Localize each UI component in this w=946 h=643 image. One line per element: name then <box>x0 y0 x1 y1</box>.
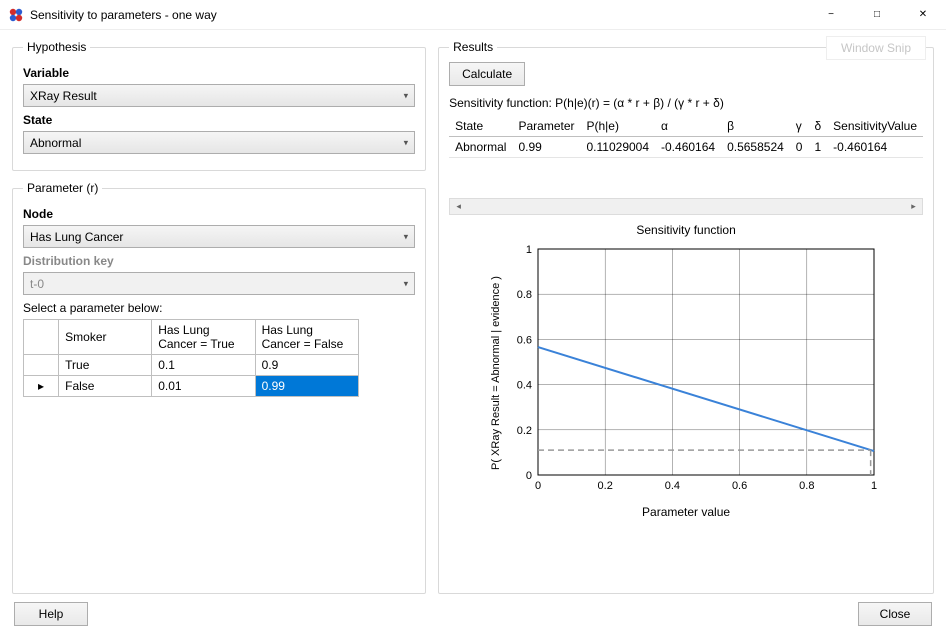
distkey-combo: t-0 ▾ <box>23 272 415 295</box>
col-delta: δ <box>808 116 827 137</box>
scroll-left-icon[interactable]: ◂ <box>450 199 467 214</box>
results-header-row: State Parameter P(h|e) α β γ δ Sensitivi… <box>449 116 923 137</box>
chart-title: Sensitivity function <box>636 223 735 237</box>
state-value: Abnormal <box>30 136 81 150</box>
cell[interactable]: 0.01 <box>152 376 255 397</box>
titlebar: Sensitivity to parameters - one way − □ … <box>0 0 946 30</box>
row-marker <box>24 355 59 376</box>
col-state: State <box>449 116 512 137</box>
parameter-group: Parameter (r) Node Has Lung Cancer ▾ Dis… <box>12 181 426 594</box>
chevron-down-icon: ▾ <box>404 278 409 289</box>
col-hlc-false: Has Lung Cancer = False <box>255 320 358 355</box>
svg-text:0.4: 0.4 <box>665 480 680 492</box>
chart-xlabel: Parameter value <box>642 505 730 519</box>
node-value: Has Lung Cancer <box>30 230 123 244</box>
table-row[interactable]: ▸ False 0.01 0.99 <box>24 376 359 397</box>
state-label: State <box>23 113 415 127</box>
calculate-button[interactable]: Calculate <box>449 62 525 86</box>
col-hlc-true: Has Lung Cancer = True <box>152 320 255 355</box>
hypothesis-group: Hypothesis Variable XRay Result ▾ State … <box>12 40 426 171</box>
svg-text:0.8: 0.8 <box>517 289 532 301</box>
cell: 0.99 <box>512 137 580 158</box>
table-row[interactable]: True 0.1 0.9 <box>24 355 359 376</box>
results-group: Results Calculate Sensitivity function: … <box>438 40 934 594</box>
maximize-button[interactable]: □ <box>854 0 900 30</box>
svg-text:1: 1 <box>526 244 532 256</box>
cell: 1 <box>808 137 827 158</box>
scroll-right-icon[interactable]: ▸ <box>905 199 922 214</box>
cell[interactable]: 0.1 <box>152 355 255 376</box>
svg-text:0: 0 <box>535 480 541 492</box>
parameter-table: Smoker Has Lung Cancer = True Has Lung C… <box>23 319 359 397</box>
col-smoker: Smoker <box>59 320 152 355</box>
svg-text:0.6: 0.6 <box>732 480 747 492</box>
app-icon <box>8 7 24 23</box>
chart-area: Sensitivity function P( XRay Result = Ab… <box>449 215 923 583</box>
chart-ylabel: P( XRay Result = Abnormal | evidence ) <box>488 243 504 503</box>
col-alpha: α <box>655 116 721 137</box>
row-marker: ▸ <box>24 376 59 397</box>
col-phe: P(h|e) <box>581 116 656 137</box>
col-sensval: SensitivityValue <box>827 116 923 137</box>
hypothesis-legend: Hypothesis <box>23 40 90 54</box>
svg-text:0.6: 0.6 <box>517 334 532 346</box>
cell: 0 <box>790 137 809 158</box>
close-button[interactable]: Close <box>858 602 932 626</box>
col-beta: β <box>721 116 790 137</box>
svg-text:0: 0 <box>526 470 532 482</box>
variable-value: XRay Result <box>30 89 97 103</box>
state-combo[interactable]: Abnormal ▾ <box>23 131 415 154</box>
chevron-down-icon: ▾ <box>404 137 409 148</box>
cell: 0.5658524 <box>721 137 790 158</box>
variable-label: Variable <box>23 66 415 80</box>
bottom-bar: Help Close <box>0 598 946 638</box>
help-button[interactable]: Help <box>14 602 88 626</box>
results-legend: Results <box>449 40 497 54</box>
results-table: State Parameter P(h|e) α β γ δ Sensitivi… <box>449 116 923 158</box>
node-combo[interactable]: Has Lung Cancer ▾ <box>23 225 415 248</box>
chevron-down-icon: ▾ <box>404 231 409 242</box>
svg-text:1: 1 <box>871 480 877 492</box>
horizontal-scrollbar[interactable]: ◂ ▸ <box>449 198 923 215</box>
node-label: Node <box>23 207 415 221</box>
parameter-legend: Parameter (r) <box>23 181 102 195</box>
svg-text:0.2: 0.2 <box>598 480 613 492</box>
window-title: Sensitivity to parameters - one way <box>30 8 808 22</box>
cell: -0.460164 <box>655 137 721 158</box>
distkey-value: t-0 <box>30 277 44 291</box>
cell-selected[interactable]: 0.99 <box>255 376 358 397</box>
close-window-button[interactable]: ✕ <box>900 0 946 30</box>
distkey-label: Distribution key <box>23 254 415 268</box>
minimize-button[interactable]: − <box>808 0 854 30</box>
cell: Abnormal <box>449 137 512 158</box>
results-row[interactable]: Abnormal 0.99 0.11029004 -0.460164 0.565… <box>449 137 923 158</box>
cell[interactable]: False <box>59 376 152 397</box>
sensitivity-function-text: Sensitivity function: P(h|e)(r) = (α * r… <box>449 96 923 110</box>
col-gamma: γ <box>790 116 809 137</box>
variable-combo[interactable]: XRay Result ▾ <box>23 84 415 107</box>
cell: 0.11029004 <box>581 137 656 158</box>
chevron-down-icon: ▾ <box>404 90 409 101</box>
cell[interactable]: True <box>59 355 152 376</box>
window-snip-ghost: Window Snip <box>826 36 926 60</box>
sensitivity-chart: 0 0.2 0.4 0.6 0.8 1 0 0.2 0.4 0.6 0.8 1 <box>504 243 884 503</box>
right-panel: Results Calculate Sensitivity function: … <box>438 40 934 594</box>
svg-text:0.8: 0.8 <box>799 480 814 492</box>
row-header-blank <box>24 320 59 355</box>
left-panel: Hypothesis Variable XRay Result ▾ State … <box>12 40 426 594</box>
select-parameter-prompt: Select a parameter below: <box>23 301 415 315</box>
col-parameter: Parameter <box>512 116 580 137</box>
table-header-row: Smoker Has Lung Cancer = True Has Lung C… <box>24 320 359 355</box>
svg-text:0.4: 0.4 <box>517 380 532 392</box>
cell: -0.460164 <box>827 137 923 158</box>
cell[interactable]: 0.9 <box>255 355 358 376</box>
svg-text:0.2: 0.2 <box>517 425 532 437</box>
